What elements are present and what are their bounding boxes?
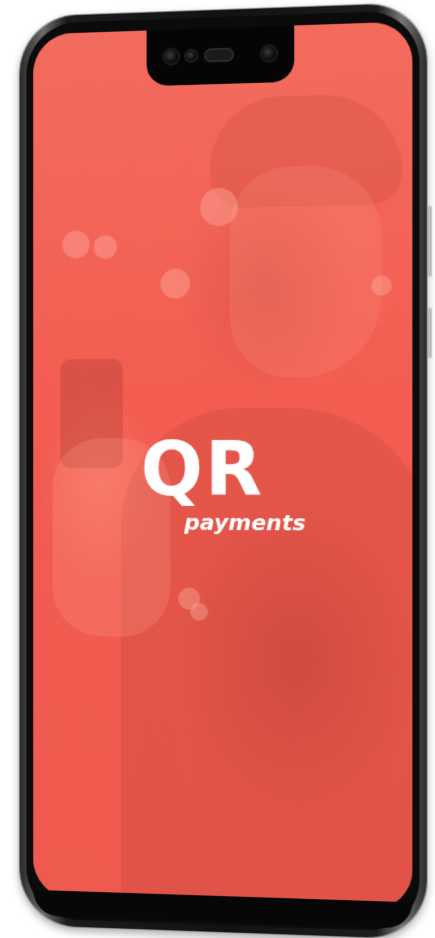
app-logo: QR payments (140, 426, 306, 537)
front-camera-icon (262, 46, 277, 61)
phone-frame: QR payments (19, 2, 432, 938)
power-button (427, 307, 432, 359)
mockup-stage: QR payments (0, 0, 435, 938)
logo-title: QR (140, 426, 264, 514)
speaker-grille-icon (204, 47, 234, 63)
bokeh-light (190, 602, 209, 621)
volume-button (427, 205, 432, 277)
screen-notch (146, 25, 295, 87)
background-face-shape (229, 164, 382, 378)
sensor-icon (186, 50, 197, 62)
splash-screen[interactable]: QR payments (33, 21, 413, 911)
logo-subtitle: payments (184, 510, 306, 537)
front-camera-icon (164, 49, 179, 64)
